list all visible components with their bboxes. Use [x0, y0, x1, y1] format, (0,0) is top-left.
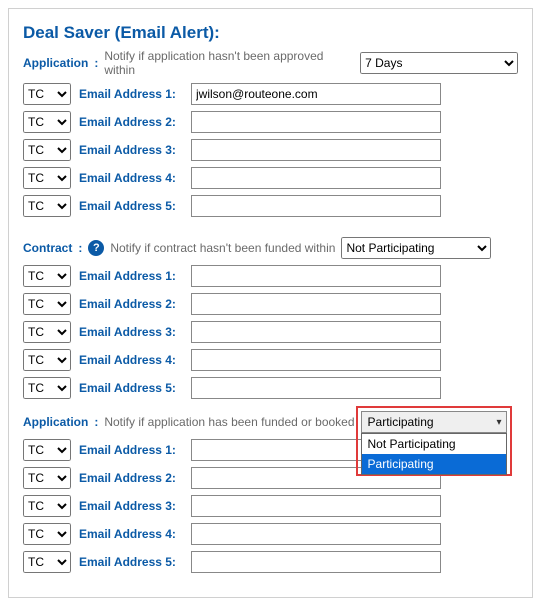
dropdown-selected-value: Participating	[368, 415, 434, 429]
contract-email-row-4: TC Email Address 4:	[23, 349, 518, 371]
dropdown-option-participating[interactable]: Participating	[362, 454, 506, 474]
tc-select[interactable]: TC	[23, 349, 71, 371]
application-label: Application	[23, 56, 88, 70]
email-input[interactable]	[191, 523, 441, 545]
email-label: Email Address 4:	[79, 353, 183, 367]
panel-title: Deal Saver (Email Alert):	[23, 23, 518, 43]
application-funded-header: Application: Notify if application has b…	[23, 411, 518, 433]
contract-email-row-1: TC Email Address 1:	[23, 265, 518, 287]
email-input[interactable]	[191, 167, 441, 189]
app1-email-row-1: TC Email Address 1:	[23, 83, 518, 105]
app1-email-row-5: TC Email Address 5:	[23, 195, 518, 217]
email-input[interactable]	[191, 551, 441, 573]
email-input[interactable]	[191, 265, 441, 287]
tc-select[interactable]: TC	[23, 83, 71, 105]
app2-email-row-4: TC Email Address 4:	[23, 523, 518, 545]
email-label: Email Address 5:	[79, 199, 183, 213]
tc-select[interactable]: TC	[23, 265, 71, 287]
email-label: Email Address 1:	[79, 269, 183, 283]
application-approved-hint: Notify if application hasn't been approv…	[104, 49, 354, 77]
email-label: Email Address 5:	[79, 381, 183, 395]
app1-email-row-2: TC Email Address 2:	[23, 111, 518, 133]
email-label: Email Address 5:	[79, 555, 183, 569]
email-input[interactable]	[191, 139, 441, 161]
application-approved-header: Application: Notify if application hasn'…	[23, 49, 518, 77]
tc-select[interactable]: TC	[23, 439, 71, 461]
email-label: Email Address 2:	[79, 115, 183, 129]
email-label: Email Address 3:	[79, 499, 183, 513]
contract-label: Contract	[23, 241, 72, 255]
email-label: Email Address 4:	[79, 171, 183, 185]
tc-select[interactable]: TC	[23, 377, 71, 399]
email-input[interactable]	[191, 495, 441, 517]
tc-select[interactable]: TC	[23, 111, 71, 133]
tc-select[interactable]: TC	[23, 467, 71, 489]
tc-select[interactable]: TC	[23, 293, 71, 315]
email-label: Email Address 4:	[79, 527, 183, 541]
email-input[interactable]	[191, 111, 441, 133]
tc-select[interactable]: TC	[23, 495, 71, 517]
contract-email-row-5: TC Email Address 5:	[23, 377, 518, 399]
help-icon[interactable]: ?	[88, 240, 104, 256]
application-funded-hint: Notify if application has been funded or…	[104, 415, 354, 429]
tc-select[interactable]: TC	[23, 321, 71, 343]
email-label: Email Address 2:	[79, 471, 183, 485]
application-funded-period-options: Not Participating Participating	[361, 433, 507, 475]
application-label: Application	[23, 415, 88, 429]
chevron-down-icon: ▾	[496, 417, 501, 428]
tc-select[interactable]: TC	[23, 195, 71, 217]
application-funded-dropdown-wrap: Participating ▾ Not Participating Partic…	[361, 411, 507, 433]
contract-funded-hint: Notify if contract hasn't been funded wi…	[110, 241, 335, 255]
application-funded-period-select[interactable]: Participating ▾	[361, 411, 507, 433]
dropdown-option-not-participating[interactable]: Not Participating	[362, 434, 506, 454]
email-input[interactable]	[191, 293, 441, 315]
tc-select[interactable]: TC	[23, 139, 71, 161]
tc-select[interactable]: TC	[23, 523, 71, 545]
email-input[interactable]	[191, 321, 441, 343]
email-input[interactable]	[191, 377, 441, 399]
app2-email-row-3: TC Email Address 3:	[23, 495, 518, 517]
email-label: Email Address 2:	[79, 297, 183, 311]
contract-email-row-3: TC Email Address 3:	[23, 321, 518, 343]
app1-email-row-4: TC Email Address 4:	[23, 167, 518, 189]
contract-email-row-2: TC Email Address 2:	[23, 293, 518, 315]
email-input[interactable]	[191, 349, 441, 371]
app1-email-row-3: TC Email Address 3:	[23, 139, 518, 161]
tc-select[interactable]: TC	[23, 167, 71, 189]
email-input[interactable]	[191, 83, 441, 105]
application-approved-period-select[interactable]: 7 Days	[360, 52, 518, 74]
email-input[interactable]	[191, 195, 441, 217]
deal-saver-panel: Deal Saver (Email Alert): Application: N…	[8, 8, 533, 598]
contract-funded-period-select[interactable]: Not Participating	[341, 237, 491, 259]
email-label: Email Address 3:	[79, 325, 183, 339]
tc-select[interactable]: TC	[23, 551, 71, 573]
app2-email-row-5: TC Email Address 5:	[23, 551, 518, 573]
email-label: Email Address 1:	[79, 443, 183, 457]
email-label: Email Address 1:	[79, 87, 183, 101]
email-label: Email Address 3:	[79, 143, 183, 157]
contract-funded-header: Contract: ? Notify if contract hasn't be…	[23, 237, 518, 259]
